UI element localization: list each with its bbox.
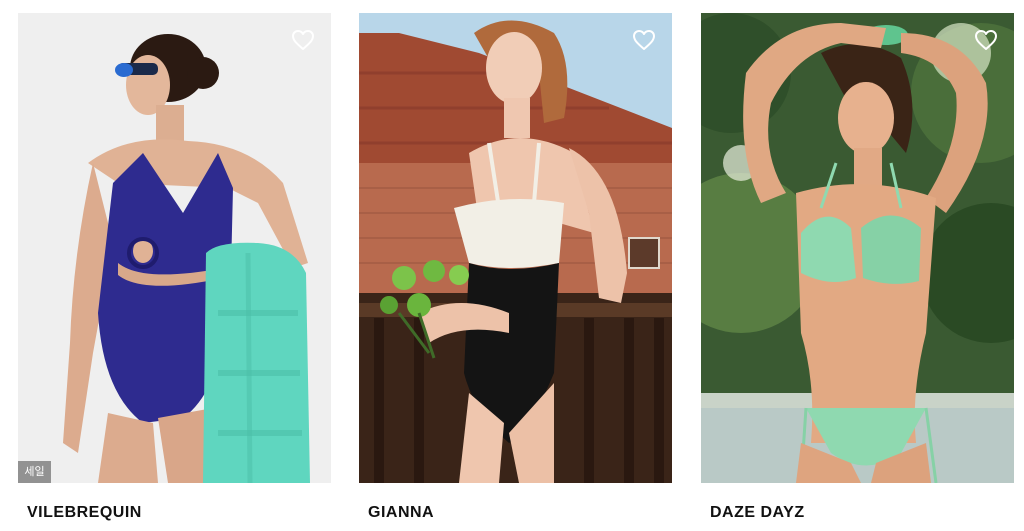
- wishlist-heart-icon[interactable]: [291, 29, 315, 51]
- product-image[interactable]: 세일: [18, 13, 331, 483]
- sale-badge: 세일: [18, 461, 51, 483]
- product-card-gianna[interactable]: GIANNA: [359, 13, 672, 522]
- product-grid: 세일 VILEBREQUIN GIANNA DAZE DAYZ: [0, 0, 1024, 531]
- wishlist-heart-icon[interactable]: [632, 29, 656, 51]
- product-image[interactable]: [359, 13, 672, 483]
- product-card-daze-dayz[interactable]: DAZE DAYZ: [701, 13, 1014, 522]
- brand-name[interactable]: DAZE DAYZ: [701, 504, 1014, 522]
- product-image[interactable]: [701, 13, 1014, 483]
- product-photo-swimsuit-blue: [18, 13, 331, 483]
- product-card-vilebrequin[interactable]: 세일 VILEBREQUIN: [18, 13, 331, 522]
- brand-name[interactable]: VILEBREQUIN: [18, 504, 331, 522]
- wishlist-heart-icon[interactable]: [974, 29, 998, 51]
- brand-name[interactable]: GIANNA: [359, 504, 672, 522]
- product-photo-bikini-green: [701, 13, 1014, 483]
- product-photo-swimsuit-white-black: [359, 13, 672, 483]
